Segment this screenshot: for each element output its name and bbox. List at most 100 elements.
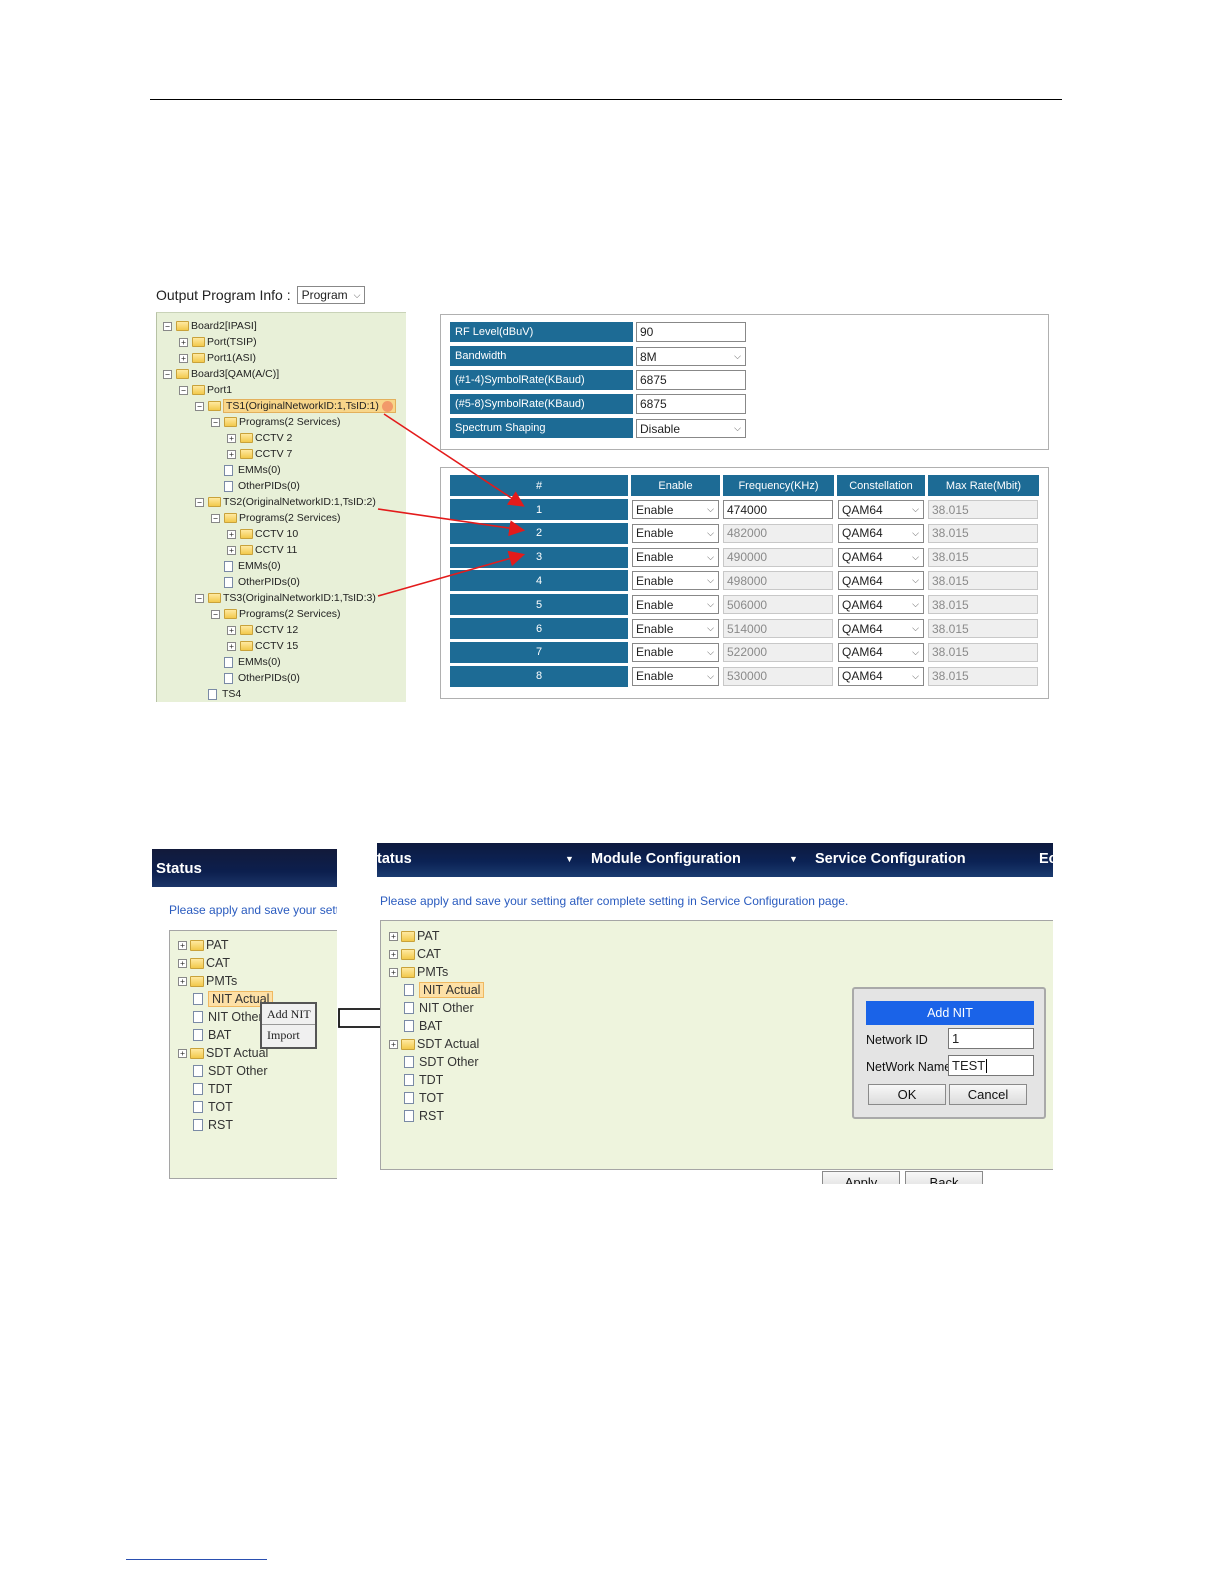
file-icon	[404, 1020, 414, 1032]
expand-icon[interactable]: +	[389, 931, 398, 941]
cancel-button[interactable]: Cancel	[949, 1084, 1027, 1105]
folder-icon	[401, 948, 415, 960]
expand-icon[interactable]: +	[389, 967, 398, 977]
si-tree-item[interactable]: NIT Other	[389, 1000, 474, 1016]
network-id-label: Network ID	[866, 1033, 928, 1047]
folder-icon	[190, 975, 204, 987]
context-menu-import[interactable]: Import	[262, 1025, 315, 1046]
folder-icon	[190, 1047, 204, 1059]
expand-icon[interactable]: +	[389, 1039, 398, 1049]
si-tree-label: SDT Actual	[417, 1037, 480, 1051]
folder-icon	[401, 1038, 415, 1050]
status-header: Status	[152, 849, 337, 887]
file-icon	[193, 1101, 203, 1113]
si-tree-item[interactable]: NIT Other	[178, 1009, 263, 1025]
network-id-input[interactable]: 1	[948, 1028, 1034, 1049]
si-tree-item[interactable]: + SDT Actual	[389, 1036, 479, 1052]
apply-button[interactable]: Apply	[822, 1171, 900, 1184]
expand-icon[interactable]: +	[178, 958, 187, 968]
si-tree-item[interactable]: + PAT	[389, 928, 439, 944]
nav-dropdown-icon: ▼	[789, 854, 798, 864]
nav-status[interactable]: tatus	[377, 851, 412, 867]
footnote-rule	[126, 1559, 267, 1560]
nav-dropdown-icon: ▼	[565, 854, 574, 864]
expand-icon[interactable]: +	[178, 1048, 187, 1058]
arrow-ts1-to-channel-1	[383, 413, 525, 507]
file-icon	[193, 1029, 203, 1041]
si-tree-item[interactable]: RST	[178, 1117, 233, 1133]
context-menu: Add NIT Import	[260, 1002, 317, 1049]
si-tree-item[interactable]: TOT	[178, 1099, 233, 1115]
arrow-ts2-to-channel-2	[377, 508, 526, 537]
apply-notice-left: Please apply and save your setti	[169, 903, 337, 917]
text-cursor	[986, 1058, 988, 1073]
file-icon	[404, 984, 414, 996]
si-tree-label: BAT	[208, 1028, 232, 1042]
si-tree-item[interactable]: SDT Other	[389, 1054, 479, 1070]
si-tree-item[interactable]: + CAT	[389, 946, 441, 962]
expand-icon[interactable]: +	[389, 949, 398, 959]
si-tree-label: TOT	[419, 1091, 444, 1105]
file-icon	[404, 1092, 414, 1104]
status-title: Status	[156, 859, 202, 877]
si-tree-item[interactable]: + SDT Actual	[178, 1045, 268, 1061]
file-icon	[404, 1002, 414, 1014]
expand-icon[interactable]: +	[178, 976, 187, 986]
back-button[interactable]: Back	[905, 1171, 983, 1184]
file-icon	[404, 1074, 414, 1086]
si-tree-label: SDT Other	[208, 1064, 268, 1078]
file-icon	[404, 1056, 414, 1068]
apply-notice-right: Please apply and save your setting after…	[380, 894, 849, 908]
si-tree-item[interactable]: TDT	[389, 1072, 443, 1088]
si-tree-label: TOT	[208, 1100, 233, 1114]
file-icon	[193, 1083, 203, 1095]
network-name-input[interactable]: TEST	[948, 1055, 1034, 1076]
folder-icon	[190, 939, 204, 951]
si-tree-label: NIT Other	[208, 1010, 263, 1024]
si-tree-label: SDT Other	[419, 1055, 479, 1069]
si-tree-label: PAT	[206, 938, 229, 952]
si-tree-item[interactable]: + PMTs	[178, 973, 237, 989]
file-icon	[404, 1110, 414, 1122]
si-tree-label: PAT	[417, 929, 440, 943]
network-id-value: 1	[952, 1031, 960, 1046]
si-tree-item[interactable]: SDT Other	[178, 1063, 268, 1079]
nav-module-configuration[interactable]: Module Configuration	[591, 851, 741, 867]
folder-icon	[401, 966, 415, 978]
si-tree-item[interactable]: TOT	[389, 1090, 444, 1106]
si-tree-label: RST	[419, 1109, 444, 1123]
si-tree-item[interactable]: BAT	[389, 1018, 442, 1034]
expand-icon[interactable]: +	[178, 940, 187, 950]
ok-button[interactable]: OK	[868, 1084, 946, 1105]
top-navigation-bar: tatus ▼ Module Configuration ▼ Service C…	[377, 843, 1053, 877]
si-tree-item[interactable]: TDT	[178, 1081, 232, 1097]
si-tree-item[interactable]: + CAT	[178, 955, 230, 971]
file-icon	[193, 1119, 203, 1131]
nav-service-configuration[interactable]: Service Configuration	[815, 851, 966, 867]
si-tree-label: BAT	[419, 1019, 443, 1033]
annotation-arrows	[377, 413, 526, 597]
si-tree-item[interactable]: + PMTs	[389, 964, 448, 980]
network-name-value: TEST	[952, 1058, 986, 1073]
si-tree-label: CAT	[417, 947, 442, 961]
si-tree-item[interactable]: NIT Actual	[389, 982, 485, 998]
si-tree-label: PMTs	[417, 965, 449, 979]
network-name-label: NetWork Name	[866, 1060, 952, 1074]
nav-edit[interactable]: Ec	[1039, 851, 1053, 867]
si-table-tree-left: + PAT + CAT + PMTs NIT Actual NIT Other BAT + SDT …	[169, 930, 337, 1179]
si-tree-label: SDT Actual	[206, 1046, 269, 1060]
context-menu-add-nit[interactable]: Add NIT	[262, 1004, 315, 1025]
dialog-title: Add NIT	[866, 1001, 1034, 1025]
si-tree-label: NIT Actual	[419, 982, 485, 998]
si-tree-label: TDT	[208, 1082, 233, 1096]
si-tree-item[interactable]: BAT	[178, 1027, 231, 1043]
folder-icon	[190, 957, 204, 969]
si-tree-label: TDT	[419, 1073, 444, 1087]
si-tree-item[interactable]: RST	[389, 1108, 444, 1124]
file-icon	[193, 993, 203, 1005]
si-tree-item[interactable]: + PAT	[178, 937, 228, 953]
footer-buttons: Apply Back	[822, 1171, 1053, 1184]
si-tree-label: PMTs	[206, 974, 238, 988]
arrow-ts3-to-channel-3	[377, 550, 526, 597]
si-tree-label: RST	[208, 1118, 233, 1132]
